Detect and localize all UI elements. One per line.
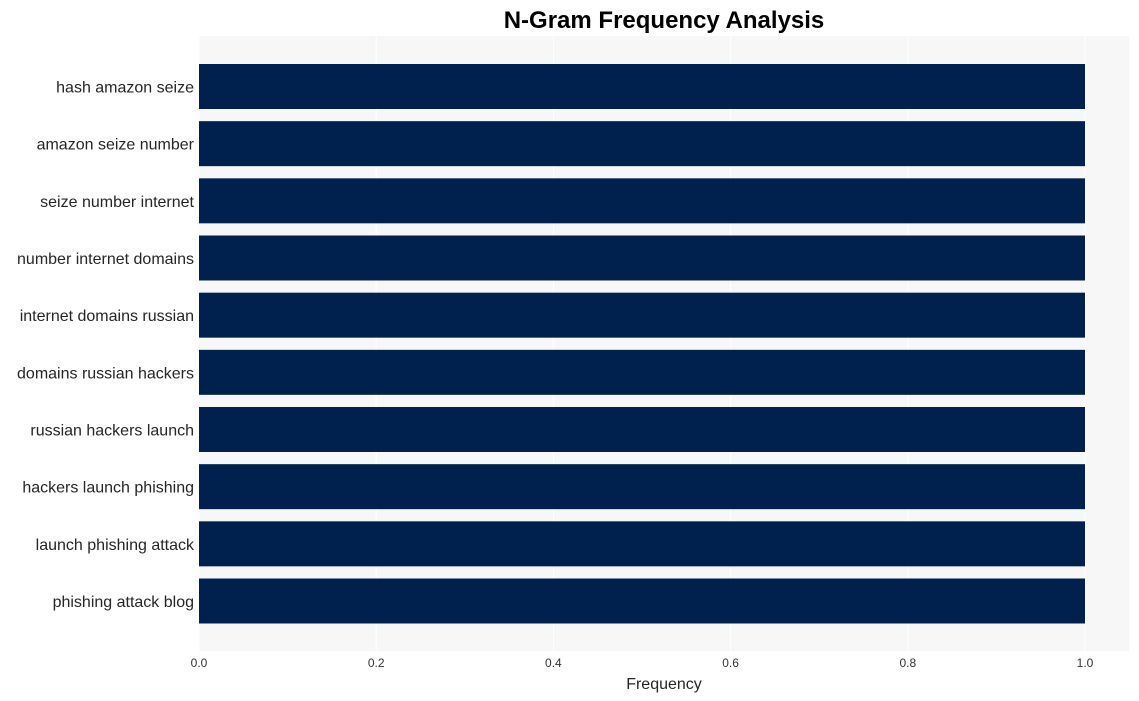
x-tick-label-2: 0.4 (545, 656, 562, 670)
bar-4 (199, 292, 1085, 338)
y-tick-label-7: hackers launch phishing (22, 480, 194, 497)
bar-9 (199, 578, 1085, 624)
y-tick-label-4: internet domains russian (20, 308, 194, 325)
bar-5 (199, 349, 1085, 395)
x-tick-label-0: 0.0 (191, 656, 208, 670)
bar-3 (199, 235, 1085, 281)
y-tick-label-1: amazon seize number (37, 137, 195, 154)
y-tick-label-2: seize number internet (40, 194, 194, 211)
y-axis-labels: hash amazon seize amazon seize number seiz… (17, 80, 195, 612)
chart-title: N-Gram Frequency Analysis (504, 7, 825, 34)
y-tick-label-9: phishing attack blog (53, 594, 194, 611)
x-tick-label-3: 0.6 (722, 656, 739, 670)
x-tick-label-4: 0.8 (899, 656, 916, 670)
bar-7 (199, 464, 1085, 510)
y-tick-label-0: hash amazon seize (56, 80, 194, 97)
x-axis-ticks: 0.0 0.2 0.4 0.6 0.8 1.0 (191, 656, 1094, 670)
bar-1 (199, 121, 1085, 167)
y-tick-label-6: russian hackers launch (30, 423, 194, 440)
y-tick-label-8: launch phishing attack (36, 537, 195, 554)
y-tick-label-5: domains russian hackers (17, 365, 194, 382)
x-tick-label-1: 0.2 (368, 656, 385, 670)
ngram-bar-chart: N-Gram Frequency Analysis hash amazon se… (17, 7, 1129, 693)
x-axis-label: Frequency (626, 676, 702, 693)
bar-6 (199, 407, 1085, 452)
y-tick-label-3: number internet domains (17, 251, 194, 268)
bar-8 (199, 521, 1085, 567)
bar-2 (199, 178, 1085, 224)
bar-0 (199, 64, 1085, 109)
x-tick-label-5: 1.0 (1077, 656, 1094, 670)
